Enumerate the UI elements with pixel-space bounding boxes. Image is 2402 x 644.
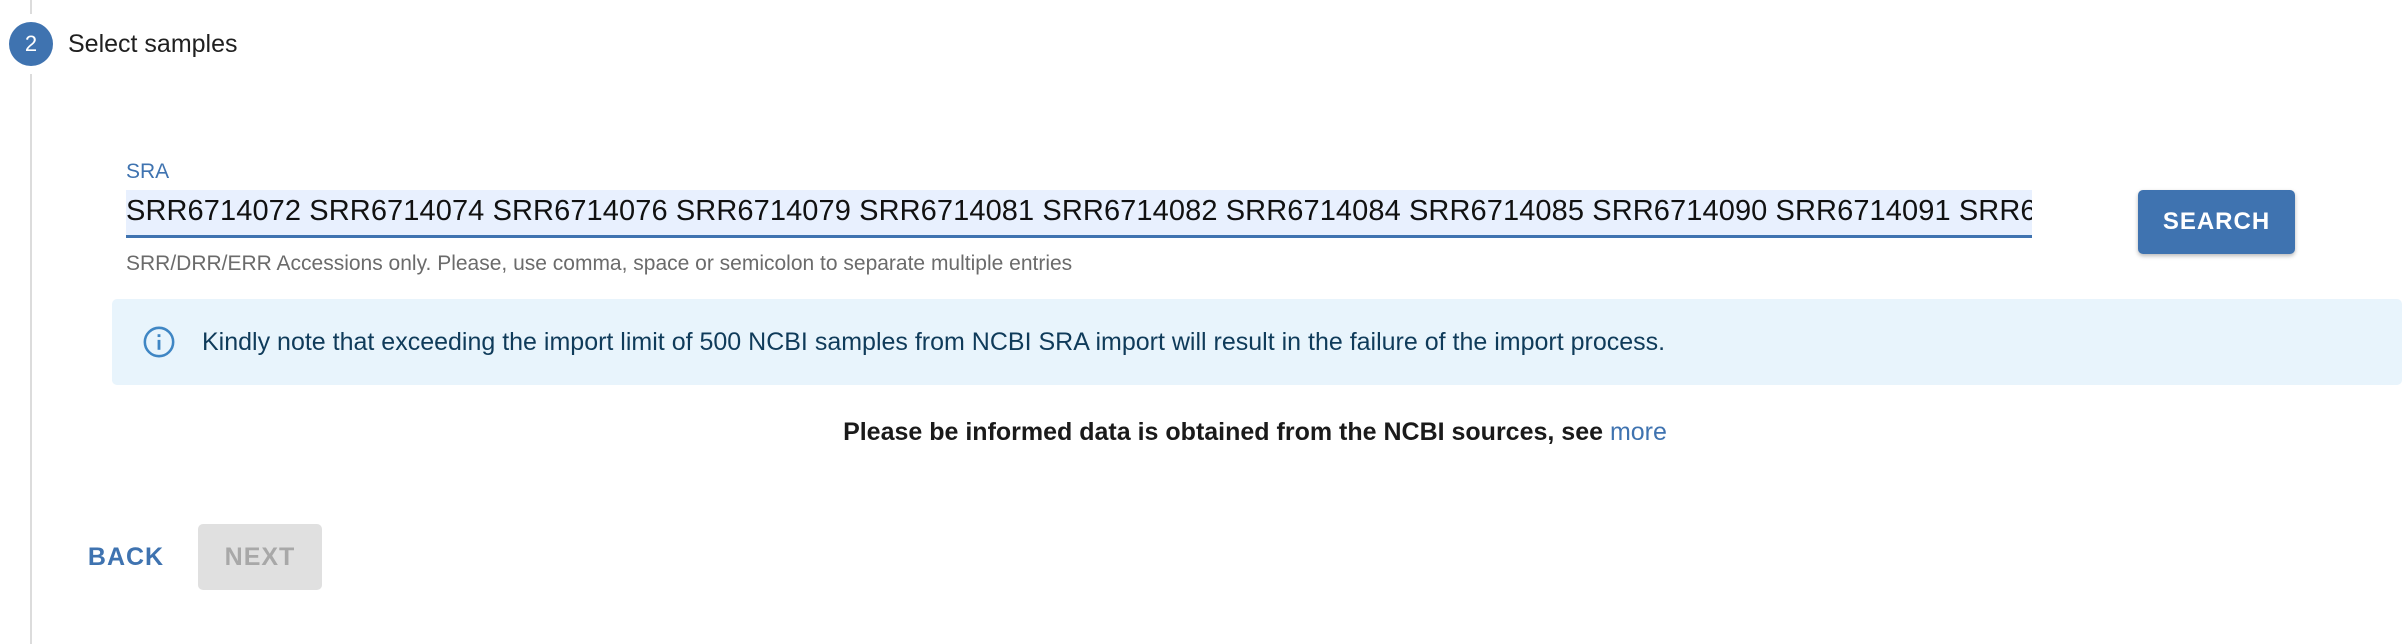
next-button[interactable]: NEXT (198, 524, 322, 590)
more-link[interactable]: more (1610, 418, 1667, 446)
ncbi-source-note: Please be informed data is obtained from… (0, 418, 2402, 447)
search-button[interactable]: SEARCH (2138, 190, 2295, 254)
step-number-badge: 2 (9, 22, 53, 66)
back-button[interactable]: BACK (76, 526, 176, 588)
sra-field-container (126, 190, 2032, 238)
sra-field-label: SRA (126, 160, 170, 183)
import-limit-alert-text: Kindly note that exceeding the import li… (202, 328, 1666, 356)
import-wizard-page: 2 Select samples SRA SRR/DRR/ERR Accessi… (0, 0, 2402, 644)
step-title: Select samples (68, 30, 238, 58)
import-limit-alert: Kindly note that exceeding the import li… (112, 299, 2402, 385)
info-icon (143, 326, 175, 358)
ncbi-source-note-text: Please be informed data is obtained from… (843, 418, 1610, 446)
stepper-connector-bottom (30, 74, 32, 644)
sra-accessions-input[interactable] (126, 190, 2032, 232)
stepper-connector-top (30, 0, 32, 14)
sra-field-helper-text: SRR/DRR/ERR Accessions only. Please, use… (126, 252, 1073, 275)
